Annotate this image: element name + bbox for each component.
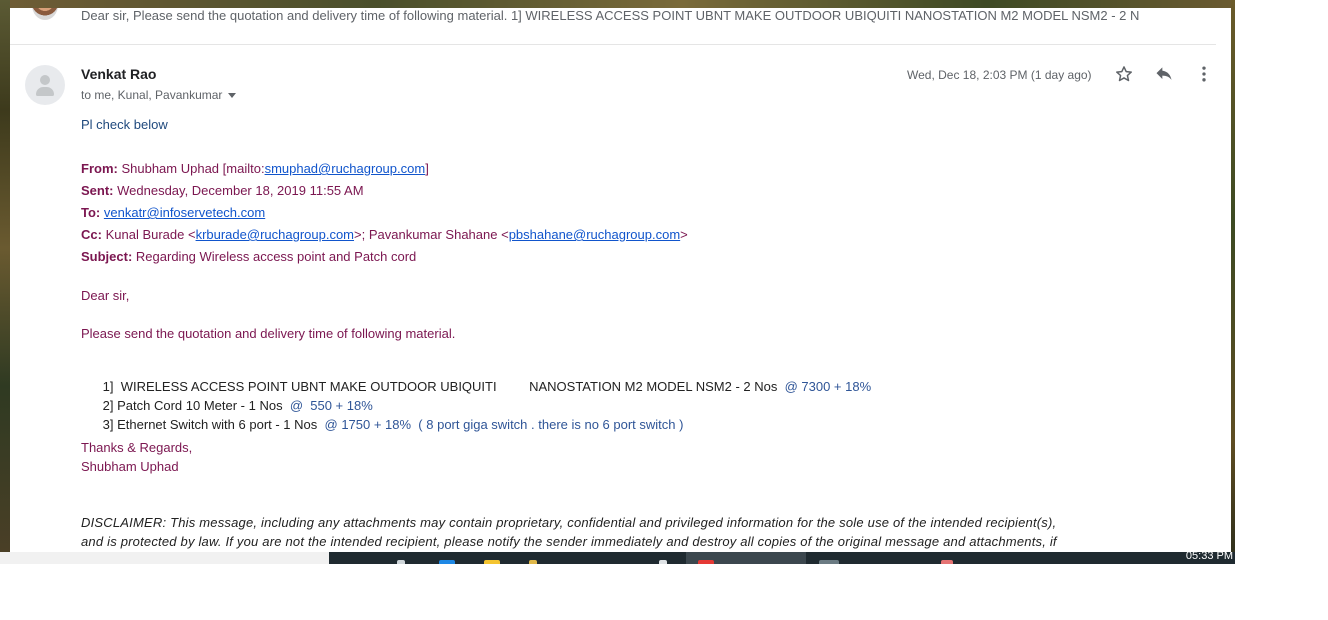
disclaimer-line-1: DISCLAIMER: This message, including any … [81, 515, 1057, 530]
to-email-link[interactable]: venkatr@infoservetech.com [104, 205, 265, 220]
cc-label: Cc: [81, 227, 102, 242]
desktop-wallpaper-right [1231, 0, 1235, 552]
sender-name[interactable]: Venkat Rao [81, 66, 156, 82]
subject-label: Subject: [81, 249, 133, 264]
cc-email-link-2[interactable]: pbshahane@ruchagroup.com [509, 227, 680, 242]
taskbar-active-app[interactable] [686, 552, 806, 564]
recipients-text: to me, Kunal, Pavankumar [81, 88, 223, 102]
more-vertical-icon [1202, 66, 1206, 82]
forward-from-line: From: Shubham Uphad [mailto:smuphad@ruch… [81, 161, 429, 176]
from-email-link[interactable]: smuphad@ruchagroup.com [265, 161, 426, 176]
taskbar-app-icon[interactable] [529, 560, 537, 564]
forward-to-line: To: venkatr@infoservetech.com [81, 205, 265, 220]
default-avatar-body [36, 87, 54, 96]
subject-value: Regarding Wireless access point and Patc… [135, 249, 417, 264]
message-divider [10, 44, 1216, 45]
request-text: Please send the quotation and delivery t… [81, 326, 456, 341]
previous-message-snippet[interactable]: Dear sir, Please send the quotation and … [81, 8, 1221, 24]
item-price-note: @ 7300 + 18% [784, 379, 872, 394]
cc-name-1: Kunal Burade < [105, 227, 196, 242]
taskbar-app-icon[interactable] [439, 560, 455, 564]
item-text: 3] Ethernet Switch with 6 port - 1 Nos [102, 417, 318, 432]
reply-button[interactable] [1152, 62, 1176, 86]
signature-name: Shubham Uphad [81, 459, 179, 474]
from-label: From: [81, 161, 118, 176]
closing-text: Thanks & Regards, [81, 440, 193, 455]
email-thread-view: Dear sir, Please send the quotation and … [10, 8, 1231, 552]
forward-cc-line: Cc: Kunal Burade <krburade@ruchagroup.co… [81, 227, 688, 242]
cc-end: > [680, 227, 688, 242]
forward-sent-line: Sent: Wednesday, December 18, 2019 11:55… [81, 183, 364, 198]
to-label: To: [81, 205, 101, 220]
default-avatar-head [40, 75, 50, 85]
star-outline-icon [1116, 66, 1132, 82]
sender-avatar[interactable] [25, 65, 65, 105]
cc-separator: >; Pavankumar Shahane < [354, 227, 509, 242]
taskbar-app-icon[interactable] [941, 560, 953, 564]
recipients-summary[interactable]: to me, Kunal, Pavankumar [81, 88, 237, 102]
disclaimer-line-2: and is protected by law. If you are not … [81, 534, 1057, 549]
reply-icon [1156, 67, 1172, 80]
chrome-icon [698, 560, 714, 564]
desktop-wallpaper-left [0, 0, 10, 552]
from-name: Shubham Uphad [mailto: [121, 161, 265, 176]
chevron-down-icon[interactable] [228, 93, 237, 99]
cc-email-link-1[interactable]: krburade@ruchagroup.com [196, 227, 354, 242]
taskbar-clock[interactable]: 05:33 PM [1186, 552, 1233, 562]
message-date: Wed, Dec 18, 2:03 PM (1 day ago) [907, 68, 1092, 82]
desktop-wallpaper-top [10, 0, 1231, 8]
more-options-button[interactable] [1192, 62, 1216, 86]
desktop-bottom-strip [0, 552, 329, 564]
previous-sender-avatar[interactable] [32, 8, 58, 20]
taskbar-app-icon[interactable] [484, 560, 500, 564]
taskbar-app-icon[interactable] [397, 560, 405, 564]
taskbar-app-icon[interactable] [659, 560, 667, 564]
sent-value: Wednesday, December 18, 2019 11:55 AM [117, 183, 364, 198]
intro-text: Pl check below [81, 117, 168, 132]
from-end: ] [425, 161, 429, 176]
sent-label: Sent: [81, 183, 114, 198]
item-price-note: @ 1750 + 18% ( 8 port giga switch . ther… [324, 417, 684, 432]
taskbar-app-icon[interactable] [819, 560, 839, 564]
taskbar: 05:33 PM [329, 552, 1235, 564]
greeting-text: Dear sir, [81, 288, 130, 303]
star-button[interactable] [1112, 62, 1136, 86]
forward-subject-line: Subject: Regarding Wireless access point… [81, 249, 416, 264]
